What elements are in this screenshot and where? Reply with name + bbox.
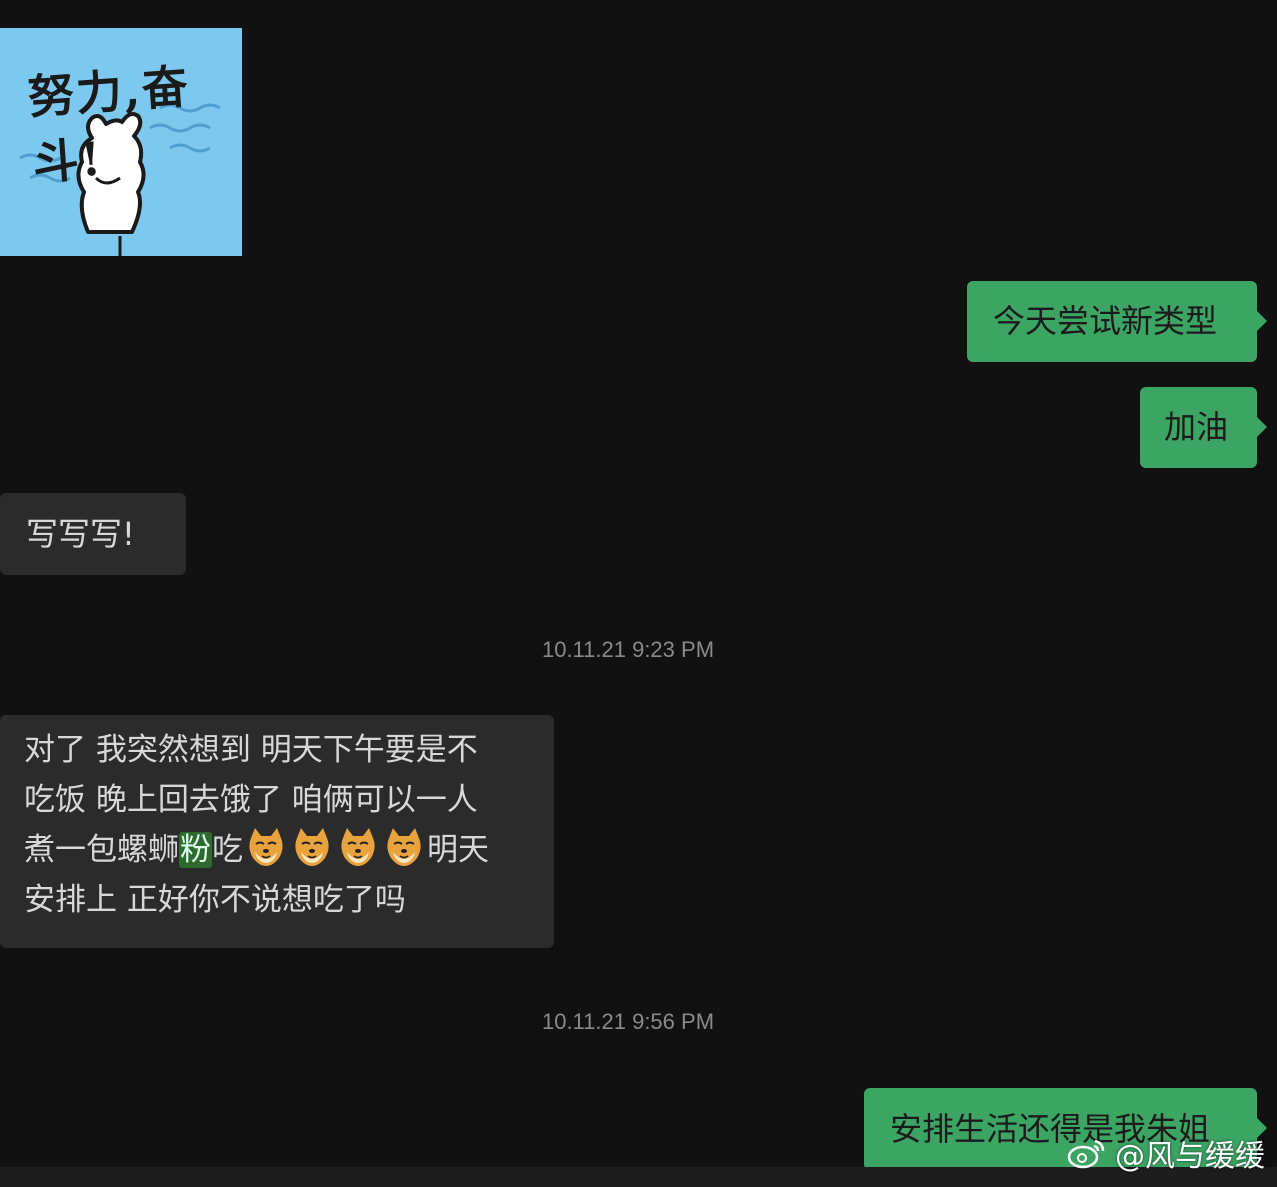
highlighted-text: 粉: [179, 832, 212, 868]
message-text: 煮一包螺蛳: [24, 832, 179, 868]
message-text: 吃: [212, 832, 243, 868]
watermark-text: @风与缓缓: [1115, 1139, 1265, 1174]
message-bubble-outgoing[interactable]: 今天尝试新类型: [967, 281, 1267, 362]
sticker-caption: 努力,奋斗!: [26, 59, 192, 191]
timestamp: 10.11.21 9:56 PM: [541, 1009, 715, 1034]
message-text: 加油: [1164, 408, 1229, 446]
doge-face-icon: [295, 828, 329, 866]
message-bubble-incoming[interactable]: 写写写!: [0, 493, 186, 575]
message-text: 明天: [427, 832, 489, 868]
message-line: 安排上 正好你不说想吃了吗: [24, 882, 406, 918]
doge-face-icon: [387, 828, 421, 866]
message-text: 写写写!: [26, 515, 135, 553]
watermark: @风与缓缓: [1067, 1131, 1265, 1175]
weibo-icon: [1067, 1139, 1105, 1169]
message-line: 煮一包螺蛳粉吃 明天: [24, 825, 530, 875]
sticker-image[interactable]: 努力,奋斗!: [0, 28, 242, 256]
chat-window: 努力,奋斗! 今天尝试新类型 加油 写写写! 10.11.21 9:23 PM …: [0, 0, 1277, 1187]
message-line: 吃饭 晚上回去饿了 咱俩可以一人: [24, 782, 478, 818]
emoji-group: [243, 828, 427, 868]
timestamp: 10.11.21 9:23 PM: [541, 637, 715, 662]
doge-face-icon: [341, 828, 375, 866]
message-bubble-outgoing[interactable]: 加油: [1140, 387, 1267, 468]
message-bubble-incoming[interactable]: 对了 我突然想到 明天下午要是不 吃饭 晚上回去饿了 咱俩可以一人 煮一包螺蛳粉…: [0, 715, 554, 948]
message-line: 对了 我突然想到 明天下午要是不: [24, 732, 478, 768]
doge-face-icon: [249, 828, 283, 866]
message-text: 今天尝试新类型: [993, 302, 1218, 340]
